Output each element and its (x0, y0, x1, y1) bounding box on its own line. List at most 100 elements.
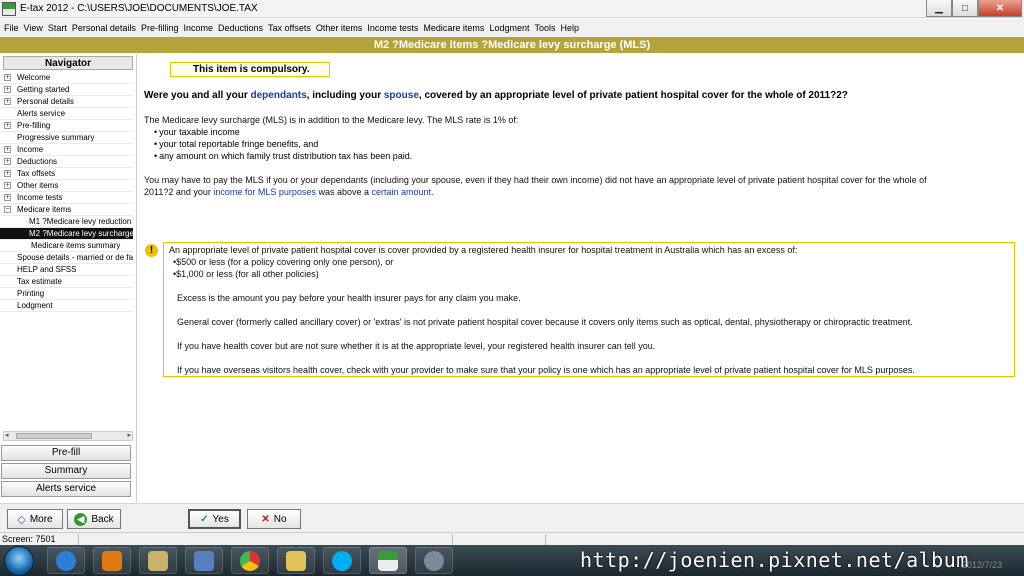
collapse-icon[interactable]: − (4, 206, 11, 213)
expand-icon[interactable]: + (4, 146, 11, 153)
nav-item[interactable]: + Pre-filling (0, 120, 133, 132)
close-button[interactable]: ✕ (978, 0, 1022, 17)
nav-item[interactable]: Progressive summary (0, 132, 133, 144)
menu-tax-offsets[interactable]: Tax offsets (268, 23, 311, 33)
back-button[interactable]: ◀ Back (67, 509, 121, 529)
chrome-icon (240, 550, 260, 571)
window-title: E-tax 2012 - C:\USERS\JOE\DOCUMENTS\JOE.… (20, 3, 258, 14)
info-overseas: If you have overseas visitors health cov… (177, 365, 915, 375)
menu-file[interactable]: File (4, 23, 19, 33)
nav-item[interactable]: − Medicare items (0, 204, 133, 216)
nav-item[interactable]: Tax estimate (0, 276, 133, 288)
nav-item-label: Medicare items (17, 205, 72, 214)
nav-item[interactable]: + Other items (0, 180, 133, 192)
alerts-service-button[interactable]: Alerts service (1, 481, 131, 497)
nav-item[interactable]: M1 ?Medicare levy reduction (0, 216, 133, 228)
more-icon: ◇ (17, 513, 26, 526)
bullet-item: any amount on which family trust distrib… (154, 150, 412, 162)
nav-item-label: M1 ?Medicare levy reduction (29, 217, 132, 226)
nav-item[interactable]: + Getting started (0, 84, 133, 96)
menu-start[interactable]: Start (48, 23, 67, 33)
start-button[interactable] (4, 546, 34, 576)
nav-item[interactable]: Spouse details - married or de facto (0, 252, 133, 264)
question-part: Were you and all your (144, 90, 251, 101)
skype-icon (332, 550, 352, 571)
menu-lodgment[interactable]: Lodgment (489, 23, 529, 33)
income-for-mls-link[interactable]: income for MLS purposes (213, 187, 316, 197)
nav-item-label: Alerts service (17, 109, 66, 118)
title-bar: E-tax 2012 - C:\USERS\JOE\DOCUMENTS\JOE.… (0, 0, 1024, 18)
expand-icon[interactable]: + (4, 158, 11, 165)
taskbar-etax[interactable] (369, 547, 407, 574)
taskbar-media-player[interactable] (93, 547, 131, 574)
info-excess: Excess is the amount you pay before your… (177, 293, 521, 303)
status-divider (452, 534, 453, 545)
compulsory-notice: This item is compulsory. (170, 62, 330, 77)
taskbar-app[interactable] (415, 547, 453, 574)
nav-item[interactable]: Lodgment (0, 300, 133, 312)
mls-part: . (431, 187, 434, 197)
etax-icon (378, 550, 398, 571)
menu-help[interactable]: Help (560, 23, 579, 33)
maximize-button[interactable]: □ (952, 0, 978, 17)
nav-item[interactable]: HELP and SFSS (0, 264, 133, 276)
no-button[interactable]: ✕ No (247, 509, 301, 529)
taskbar-chrome[interactable] (231, 547, 269, 574)
prefill-button[interactable]: Pre-fill (1, 445, 131, 461)
scroll-left-icon[interactable]: ◂ (5, 431, 9, 439)
certain-amount-link[interactable]: certain amount (371, 187, 431, 197)
taskbar-skype[interactable] (323, 547, 361, 574)
taskbar-ie[interactable] (47, 547, 85, 574)
navigator-panel: Navigator + Welcome + Getting started + Perso… (0, 54, 137, 503)
nav-item[interactable]: Printing (0, 288, 133, 300)
expand-icon[interactable]: + (4, 74, 11, 81)
info-not-sure: If you have health cover but are not sur… (177, 341, 656, 351)
info-bullet-text: $500 or less (for a policy covering only… (176, 257, 394, 267)
summary-button[interactable]: Summary (1, 463, 131, 479)
menu-income[interactable]: Income (183, 23, 213, 33)
expand-icon[interactable]: + (4, 98, 11, 105)
menu-personal-details[interactable]: Personal details (72, 23, 136, 33)
nav-item[interactable]: Medicare items summary (0, 240, 133, 252)
nav-item-label: HELP and SFSS (17, 265, 77, 274)
scroll-right-icon[interactable]: ▸ (127, 431, 131, 439)
expand-icon[interactable]: + (4, 182, 11, 189)
nav-item[interactable]: + Income (0, 144, 133, 156)
dependants-link[interactable]: dependants (251, 90, 307, 101)
minimize-button[interactable]: ▁ (926, 0, 952, 17)
nav-item[interactable]: Alerts service (0, 108, 133, 120)
expand-icon[interactable]: + (4, 122, 11, 129)
spouse-link[interactable]: spouse (384, 90, 419, 101)
more-label: More (29, 513, 53, 525)
navigator-title: Navigator (3, 56, 133, 70)
menu-medicare-items[interactable]: Medicare items (423, 23, 484, 33)
scroll-thumb[interactable] (16, 433, 92, 439)
menu-tools[interactable]: Tools (534, 23, 555, 33)
menu-other-items[interactable]: Other items (316, 23, 363, 33)
expand-icon[interactable]: + (4, 170, 11, 177)
yes-button[interactable]: ✓ Yes (188, 509, 241, 529)
taskbar-explorer[interactable] (277, 547, 315, 574)
menu-income-tests[interactable]: Income tests (367, 23, 418, 33)
expand-icon[interactable]: + (4, 86, 11, 93)
menu-pre-filling[interactable]: Pre-filling (141, 23, 179, 33)
navigator-scrollbar[interactable]: ◂ ▸ (3, 431, 133, 441)
menu-deductions[interactable]: Deductions (218, 23, 263, 33)
info-warning-icon: ! (145, 244, 158, 257)
window-controls: ▁ □ ✕ (926, 0, 1022, 17)
nav-item[interactable]: + Tax offsets (0, 168, 133, 180)
nav-item[interactable]: + Income tests (0, 192, 133, 204)
status-bar: Screen: 7501 (0, 532, 1024, 545)
mls-bullets: your taxable income your total reportabl… (154, 126, 412, 162)
nav-item[interactable]: M2 ?Medicare levy surcharge (0, 228, 133, 240)
menu-view[interactable]: View (24, 23, 43, 33)
nav-item[interactable]: + Deductions (0, 156, 133, 168)
more-button[interactable]: ◇ More (7, 509, 63, 529)
expand-icon[interactable]: + (4, 194, 11, 201)
taskbar-app[interactable] (185, 547, 223, 574)
question-part: , including your (306, 90, 384, 101)
nav-item-label: Progressive summary (17, 133, 95, 142)
nav-item[interactable]: + Personal details (0, 96, 133, 108)
taskbar-app[interactable] (139, 547, 177, 574)
nav-item[interactable]: + Welcome (0, 72, 133, 84)
